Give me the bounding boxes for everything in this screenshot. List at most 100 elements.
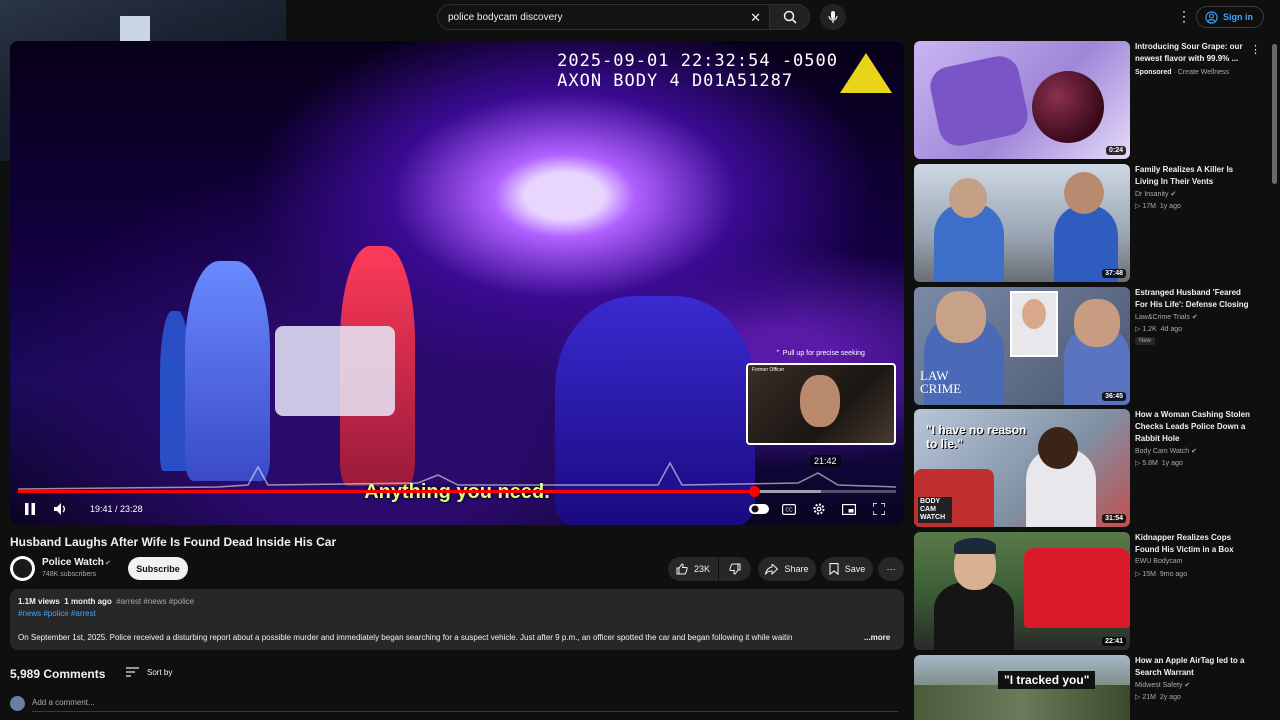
precise-seeking-hint: ⌃ Pull up for precise seeking: [775, 350, 865, 357]
channel-name[interactable]: Police Watch: [42, 557, 104, 568]
recommendation-item[interactable]: 37:48 Family Realizes A Killer Is Living…: [914, 164, 1254, 282]
progress-scrubber[interactable]: [748, 486, 760, 497]
thumbnail-quote: "I have no reason to lie.": [926, 423, 1027, 451]
miniplayer-button[interactable]: [840, 501, 858, 517]
recommendation-item[interactable]: LAW CRIME 36:45 Estranged Husband 'Feared…: [914, 287, 1254, 405]
recommendation-stats: ▷ 17M 1y ago: [1135, 203, 1181, 210]
description-meta: 1.1M views 1 month ago #arrest #news #po…: [18, 597, 194, 606]
recommendation-title[interactable]: How a Woman Cashing Stolen Checks Leads …: [1135, 409, 1253, 445]
inline-hashtags: #arrest #news #police: [116, 597, 195, 606]
search-query: police bodycam discovery: [448, 11, 563, 23]
account-icon: [1205, 10, 1218, 24]
recommendation-item[interactable]: 22:41 Kidnapper Realizes Cops Found His …: [914, 532, 1254, 650]
video-player[interactable]: 2025-09-01 22:32:54 -0500 AXON BODY 4 D0…: [10, 41, 904, 525]
hashtag-links[interactable]: #news #police #arrest: [18, 609, 96, 618]
description-text: On September 1st, 2025. Police received …: [18, 633, 793, 642]
microphone-icon: [828, 11, 838, 23]
recommendation-channel[interactable]: Law&Crime Trials ✔: [1135, 313, 1198, 321]
recommendation-item[interactable]: "I tracked you" How an Apple AirTag led …: [914, 655, 1254, 720]
recommendation-thumbnail[interactable]: "I tracked you": [914, 655, 1130, 720]
autoplay-toggle[interactable]: [748, 501, 770, 517]
recommendation-thumbnail[interactable]: 22:41: [914, 532, 1130, 650]
duration: 23:28: [120, 504, 143, 514]
recommendation-item[interactable]: 0:24 Introducing Sour Grape: our newest …: [914, 41, 1261, 159]
subscribe-button[interactable]: Subscribe: [128, 557, 188, 580]
view-count: 1.1M views: [18, 597, 60, 606]
bookmark-icon: [829, 563, 839, 575]
verified-icon: ✔: [1191, 314, 1198, 321]
heatmap-graph: [18, 461, 896, 490]
like-count: 23K: [693, 564, 710, 574]
captions-button[interactable]: CC: [780, 501, 798, 517]
sort-comments-button[interactable]: Sort by: [126, 667, 172, 677]
recommendation-thumbnail[interactable]: LAW CRIME 36:45: [914, 287, 1130, 405]
recommendation-thumbnail[interactable]: 0:24: [914, 41, 1130, 159]
settings-more-icon[interactable]: ⋮: [1177, 8, 1191, 25]
advertiser-name: Create Wellness: [1177, 69, 1230, 76]
fullscreen-icon: [873, 503, 885, 515]
progress-bar[interactable]: [18, 486, 896, 497]
verified-icon: ✔: [1184, 682, 1191, 689]
share-button[interactable]: Share: [758, 557, 816, 581]
search-input[interactable]: police bodycam discovery ✕: [437, 4, 770, 30]
thumbnail-brand-badge: BODY CAM WATCH: [918, 497, 952, 523]
recommendation-title[interactable]: Estranged Husband 'Feared For His Life':…: [1135, 287, 1253, 311]
recommendation-channel[interactable]: EWU Bodycam: [1135, 558, 1182, 565]
sponsored-label: Sponsored: [1135, 69, 1172, 76]
share-icon: [765, 563, 779, 575]
video-title: Husband Laughs After Wife Is Found Dead …: [10, 535, 337, 549]
like-button[interactable]: 23K: [668, 557, 718, 581]
recommendation-thumbnail[interactable]: "I have no reason to lie." BODY CAM WATC…: [914, 409, 1130, 527]
thumbs-down-icon: [729, 563, 741, 575]
sort-label: Sort by: [147, 667, 173, 677]
recommendation-title[interactable]: Family Realizes A Killer Is Living In Th…: [1135, 164, 1253, 188]
seek-preview-thumbnail: Former Officer: [746, 363, 896, 445]
thumbnail-law-crime-logo: LAW CRIME: [920, 368, 962, 396]
pause-icon: [25, 503, 35, 515]
gear-icon: [813, 503, 825, 515]
voice-search-button[interactable]: [820, 4, 846, 30]
time-display: 19:41 / 23:28: [90, 504, 143, 514]
comments-count: 5,989 Comments: [10, 667, 106, 681]
user-avatar: [10, 696, 25, 711]
recommendation-title[interactable]: Introducing Sour Grape: our newest flavo…: [1135, 41, 1253, 65]
clear-search-icon[interactable]: ✕: [750, 10, 761, 26]
svg-text:CC: CC: [785, 507, 793, 513]
settings-button[interactable]: [810, 501, 828, 517]
show-more-link[interactable]: ...more: [864, 633, 890, 642]
sort-icon: [126, 667, 139, 677]
recommendation-item[interactable]: "I have no reason to lie." BODY CAM WATC…: [914, 409, 1254, 527]
verified-icon: ✔: [1170, 191, 1177, 198]
pause-button[interactable]: [22, 501, 38, 517]
recommendation-channel[interactable]: Dr Insanity ✔: [1135, 190, 1176, 198]
preview-tag: Former Officer: [752, 367, 785, 373]
recommendation-channel[interactable]: Body Cam Watch ✔: [1135, 447, 1197, 455]
video-duration: 37:48: [1102, 269, 1126, 278]
save-button[interactable]: Save: [821, 557, 873, 581]
recommendation-channel[interactable]: Midwest Safety ✔: [1135, 681, 1190, 689]
fullscreen-button[interactable]: [870, 501, 888, 517]
more-vertical-icon[interactable]: ⋮: [1250, 43, 1261, 56]
recommendation-stats: ▷ 5.8M 1y ago: [1135, 460, 1183, 467]
channel-avatar[interactable]: [10, 556, 35, 581]
miniplayer-icon: [842, 503, 856, 515]
autoplay-toggle-icon: [749, 504, 769, 514]
volume-button[interactable]: [52, 501, 68, 517]
recommendation-title[interactable]: How an Apple AirTag led to a Search Warr…: [1135, 655, 1253, 679]
more-actions-button[interactable]: ⋯: [878, 557, 904, 581]
share-label: Share: [784, 564, 809, 574]
recommendation-thumbnail[interactable]: 37:48: [914, 164, 1130, 282]
search-button[interactable]: [770, 4, 810, 30]
recommendation-stats: ▷ 1.2K 4d ago: [1135, 326, 1183, 333]
search-icon: [783, 10, 797, 24]
page-scrollbar[interactable]: [1272, 44, 1277, 184]
recommendation-title[interactable]: Kidnapper Realizes Cops Found His Victim…: [1135, 532, 1253, 556]
video-duration: 0:24: [1105, 146, 1126, 155]
thumbnail-quote: "I tracked you": [998, 671, 1096, 689]
sign-in-button[interactable]: Sign in: [1196, 6, 1264, 28]
description-box[interactable]: 1.1M views 1 month ago #arrest #news #po…: [10, 589, 904, 650]
comment-input-underline: [32, 711, 898, 712]
add-comment-input[interactable]: Add a comment...: [32, 698, 95, 707]
dislike-button[interactable]: [719, 557, 751, 581]
thumbs-up-icon: [676, 563, 688, 575]
